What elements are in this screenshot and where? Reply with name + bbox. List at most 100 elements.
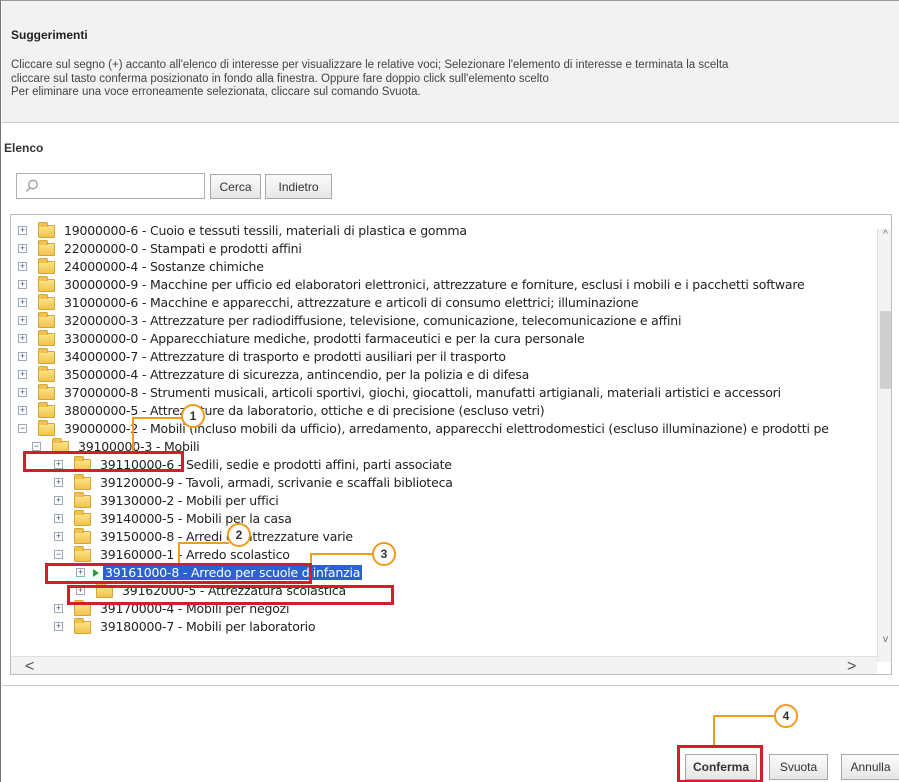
hint-line: cliccare sul tasto conferma posizionato … <box>11 72 549 85</box>
folder-icon <box>74 492 91 508</box>
expand-icon[interactable]: + <box>54 496 63 505</box>
folder-icon <box>74 546 91 562</box>
folder-icon <box>38 420 55 436</box>
tree-row[interactable]: − 39160000-1 - Arredo scolastico <box>11 546 877 564</box>
vertical-scrollbar[interactable]: ^ v <box>877 229 891 662</box>
scroll-up-icon[interactable]: ^ <box>880 229 891 241</box>
search-input[interactable] <box>16 173 205 199</box>
hint-line: Per eliminare una voce erroneamente sele… <box>11 86 421 98</box>
tree-row[interactable]: +31000000-6 - Macchine e apparecchi, att… <box>11 294 877 312</box>
expand-icon[interactable]: + <box>54 604 63 613</box>
expand-icon[interactable]: + <box>18 316 27 325</box>
tree-row-label[interactable]: 39000000-2 - Mobili (incluso mobili da u… <box>64 421 829 436</box>
hint-line: Cliccare sul segno (+) accanto all'elenc… <box>11 59 729 71</box>
tree-row[interactable]: +39120000-9 - Tavoli, armadi, scrivanie … <box>11 474 877 492</box>
tree-row-label[interactable]: 31000000-6 - Macchine e apparecchi, attr… <box>64 295 639 310</box>
tree-row[interactable]: +32000000-3 - Attrezzature per radiodiff… <box>11 312 877 330</box>
tree-row[interactable]: +39150000-8 - Arredi ed attrezzature var… <box>11 528 877 546</box>
search-icon <box>25 179 38 192</box>
tree-row-label[interactable]: 39140000-5 - Mobili per la casa <box>100 511 292 526</box>
expand-icon[interactable]: + <box>18 334 27 343</box>
tree-view[interactable]: +19000000-6 - Cuoio e tessuti tessili, m… <box>10 214 892 675</box>
folder-icon <box>38 222 55 238</box>
tree-row-label[interactable]: 35000000-4 - Attrezzature di sicurezza, … <box>64 367 529 382</box>
hint-panel: Suggerimenti Cliccare sul segno (+) acca… <box>2 1 899 123</box>
folder-icon <box>38 258 55 274</box>
tree-row-label[interactable]: 33000000-0 - Apparecchiature mediche, pr… <box>64 331 585 346</box>
callout-box-arredo-infanzia <box>67 585 394 605</box>
folder-icon <box>74 618 91 634</box>
tree-row-label[interactable]: 39160000-1 - Arredo scolastico <box>100 547 290 562</box>
collapse-icon[interactable]: − <box>32 442 41 451</box>
folder-icon <box>38 240 55 256</box>
folder-icon <box>38 276 55 292</box>
callout-box-conferma <box>677 745 763 782</box>
folder-icon <box>74 474 91 490</box>
callout-box-mobili <box>23 451 184 472</box>
scroll-down-icon[interactable]: v <box>880 634 891 646</box>
folder-icon <box>38 384 55 400</box>
expand-icon[interactable]: + <box>18 298 27 307</box>
expand-icon[interactable]: + <box>18 244 27 253</box>
clear-button[interactable]: Svuota <box>769 754 828 780</box>
expand-icon[interactable]: + <box>18 370 27 379</box>
tree-row[interactable]: +35000000-4 - Attrezzature di sicurezza,… <box>11 366 877 384</box>
tree-row[interactable]: +37000000-8 - Strumenti musicali, artico… <box>11 384 877 402</box>
horizontal-scrollbar[interactable]: < > <box>11 656 877 674</box>
tree-row[interactable]: +30000000-9 - Macchine per ufficio ed el… <box>11 276 877 294</box>
expand-icon[interactable]: + <box>18 226 27 235</box>
callout-box-arredo-scolastico <box>45 563 312 584</box>
search-button[interactable]: Cerca <box>210 174 261 199</box>
tree-row-label[interactable]: 32000000-3 - Attrezzature per radiodiffu… <box>64 313 681 328</box>
expand-icon[interactable]: + <box>18 352 27 361</box>
tree-row-label[interactable]: 39130000-2 - Mobili per uffici <box>100 493 279 508</box>
callout-connector <box>178 542 229 544</box>
expand-icon[interactable]: + <box>18 388 27 397</box>
expand-icon[interactable]: + <box>54 478 63 487</box>
expand-icon[interactable]: + <box>18 262 27 271</box>
expand-icon[interactable]: + <box>54 514 63 523</box>
tree-row-label[interactable]: 30000000-9 - Macchine per ufficio ed ela… <box>64 277 805 292</box>
expand-icon[interactable]: + <box>54 532 63 541</box>
tree-row-label[interactable]: 39180000-7 - Mobili per laboratorio <box>100 619 316 634</box>
hint-title: Suggerimenti <box>11 28 88 42</box>
tree-row[interactable]: +39180000-7 - Mobili per laboratorio <box>11 618 877 636</box>
tree-row-label[interactable]: 38000000-5 - Attrezzature da laboratorio… <box>64 403 545 418</box>
scroll-right-icon[interactable]: > <box>847 658 856 674</box>
callout-connector <box>178 542 180 563</box>
expand-icon[interactable]: + <box>18 280 27 289</box>
tree-row[interactable]: +34000000-7 - Attrezzature di trasporto … <box>11 348 877 366</box>
scroll-thumb[interactable] <box>880 311 891 389</box>
tree-row-label[interactable]: 39120000-9 - Tavoli, armadi, scrivanie e… <box>100 475 453 490</box>
callout-connector <box>132 417 134 451</box>
footer-divider <box>2 685 899 686</box>
cancel-button[interactable]: Annulla <box>841 754 899 780</box>
tree-row-label[interactable]: 37000000-8 - Strumenti musicali, articol… <box>64 385 781 400</box>
tree-row[interactable]: +33000000-0 - Apparecchiature mediche, p… <box>11 330 877 348</box>
tree-row[interactable]: +24000000-4 - Sostanze chimiche <box>11 258 877 276</box>
tree-row-label[interactable]: 22000000-0 - Stampati e prodotti affini <box>64 241 302 256</box>
folder-icon <box>38 312 55 328</box>
expand-icon[interactable]: + <box>18 406 27 415</box>
folder-icon <box>38 348 55 364</box>
scroll-left-icon[interactable]: < <box>25 658 34 674</box>
elenco-label: Elenco <box>4 141 44 155</box>
folder-icon <box>74 510 91 526</box>
tree-row[interactable]: +39130000-2 - Mobili per uffici <box>11 492 877 510</box>
tree-row-label[interactable]: 19000000-6 - Cuoio e tessuti tessili, ma… <box>64 223 467 238</box>
expand-icon[interactable]: + <box>54 622 63 631</box>
tree-row-label[interactable]: 34000000-7 - Attrezzature di trasporto e… <box>64 349 506 364</box>
collapse-icon[interactable]: − <box>18 424 27 433</box>
tree-row[interactable]: +39140000-5 - Mobili per la casa <box>11 510 877 528</box>
collapse-icon[interactable]: − <box>54 550 63 559</box>
dialog-window: Suggerimenti Cliccare sul segno (+) acca… <box>0 0 899 782</box>
tree-row[interactable]: − 39000000-2 - Mobili (incluso mobili da … <box>11 420 877 438</box>
callout-connector <box>713 715 715 745</box>
folder-icon <box>38 330 55 346</box>
tree-row[interactable]: +22000000-0 - Stampati e prodotti affini <box>11 240 877 258</box>
tree-row-label[interactable]: 24000000-4 - Sostanze chimiche <box>64 259 264 274</box>
tree-row[interactable]: +19000000-6 - Cuoio e tessuti tessili, m… <box>11 222 877 240</box>
folder-icon <box>38 366 55 382</box>
callout-connector <box>713 715 775 717</box>
back-button[interactable]: Indietro <box>265 174 332 199</box>
